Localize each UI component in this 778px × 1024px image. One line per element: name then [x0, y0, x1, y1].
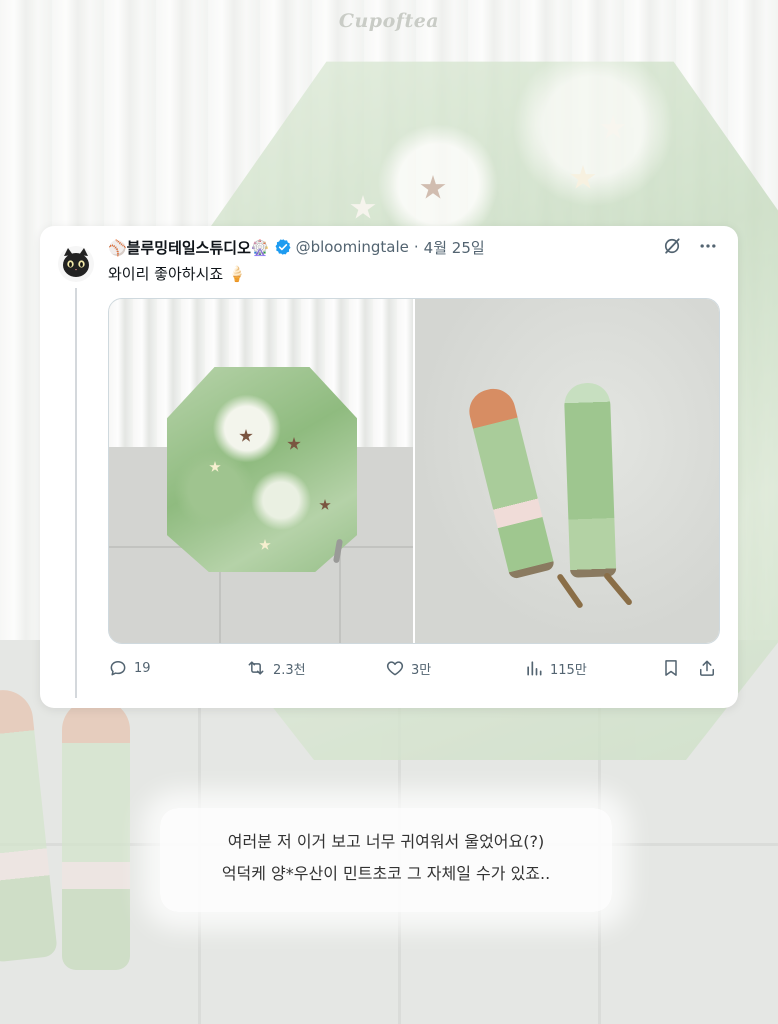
verified-badge-icon [275, 239, 291, 255]
photo-open-umbrella[interactable] [109, 299, 413, 643]
caption-line-1: 여러분 저 이거 보고 너무 귀여워서 울었어요(?) [227, 832, 545, 851]
share-button[interactable] [697, 658, 717, 678]
bookmark-icon [665, 660, 677, 676]
heart-icon [386, 661, 404, 676]
retweet-button[interactable]: 2.3천 [245, 658, 306, 678]
retweet-count: 2.3천 [273, 662, 306, 678]
avatar[interactable] [58, 246, 94, 282]
grok-icon[interactable] [662, 236, 682, 256]
tweet-card[interactable]: ⚾블루밍테일스튜디오🎡 @bloomingtale · 4월 25일 와이리 좋… [40, 226, 738, 708]
black-cat-icon [63, 248, 89, 277]
open-umbrella [167, 367, 357, 572]
tweet-text: 와이리 좋아하시죠 🍦 [108, 265, 247, 283]
reply-icon [110, 661, 126, 676]
folded-umbrella-mint [563, 382, 617, 578]
photo-folded-umbrellas[interactable] [415, 299, 719, 643]
umbrella-strap [556, 572, 584, 610]
retweet-icon [248, 661, 264, 675]
caption-box: 여러분 저 이거 보고 너무 귀여워서 울었어요(?) 억덕케 양*우산이 민트… [160, 808, 612, 912]
views-count: 115만 [550, 662, 587, 678]
reply-count: 19 [134, 660, 151, 676]
caption-line-2: 억덕케 양*우산이 민트초코 그 자체일 수가 있죠.. [221, 864, 551, 883]
share-icon [700, 660, 714, 676]
display-name[interactable]: ⚾블루밍테일스튜디오🎡 [108, 237, 270, 258]
tweet-header: ⚾블루밍테일스튜디오🎡 @bloomingtale · 4월 25일 [108, 236, 485, 258]
tweet-date[interactable]: 4월 25일 [424, 237, 485, 258]
reply-button[interactable]: 19 [108, 658, 151, 678]
umbrella-strap [602, 571, 634, 607]
thread-line [75, 288, 77, 698]
handle[interactable]: @bloomingtale [296, 238, 409, 256]
views-chart-icon [527, 661, 542, 676]
tweet-media [108, 298, 720, 644]
tweet-actions: 19 2.3천 3만 115만 [108, 658, 718, 680]
header-separator: · [413, 238, 419, 256]
views-button[interactable]: 115만 [524, 658, 587, 678]
folded-umbrella-choco [464, 384, 556, 580]
header-icons [662, 236, 718, 256]
like-button[interactable]: 3만 [385, 658, 431, 678]
more-options-icon[interactable] [698, 236, 718, 256]
like-count: 3만 [411, 662, 432, 678]
bookmark-button[interactable] [661, 658, 681, 678]
brand-watermark: Cupoftea [338, 10, 440, 32]
